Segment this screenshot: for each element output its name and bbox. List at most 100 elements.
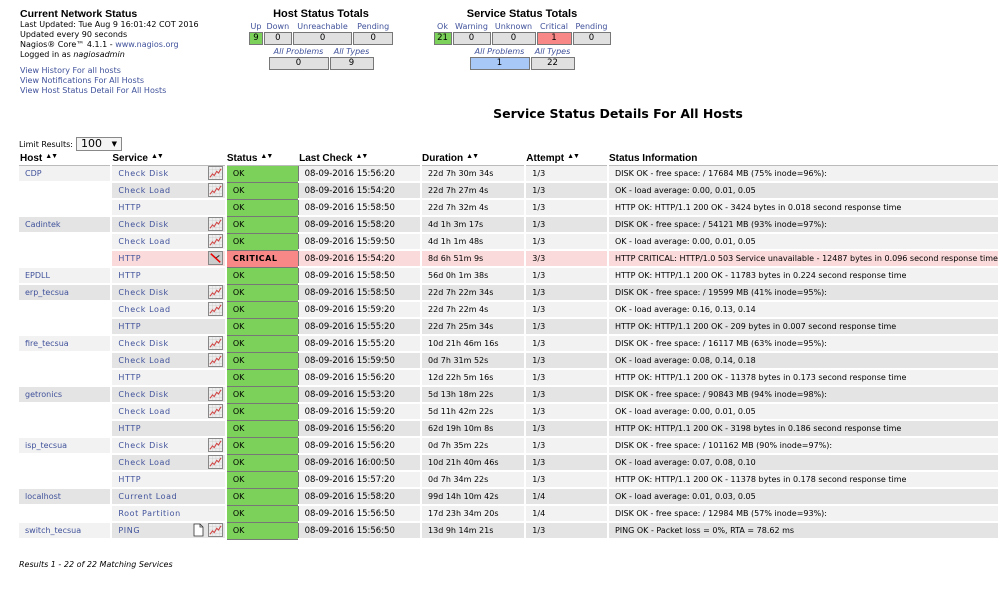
sort-arrows-icon[interactable]: ▲▼ (260, 153, 273, 160)
service-link[interactable]: Check Disk (118, 288, 168, 297)
service-link[interactable]: Check Disk (118, 339, 168, 348)
service-link[interactable]: HTTP (118, 271, 141, 280)
service-all-problems-count[interactable]: 1 (469, 57, 530, 70)
host-all-types-count[interactable]: 9 (329, 57, 374, 70)
host-down-count[interactable]: 0 (263, 32, 292, 45)
performance-graph-icon[interactable] (207, 302, 223, 316)
sort-arrows-icon[interactable]: ▲▼ (355, 153, 368, 160)
service-link[interactable]: HTTP (118, 322, 141, 331)
table-row: HTTP OK 08-09-2016 15:58:50 22d 7h 32m 4s 1/… (19, 198, 998, 217)
service-link[interactable]: Current Load (118, 492, 177, 501)
attempt: 1/3 (525, 471, 609, 489)
service-link[interactable]: Check Load (118, 305, 170, 314)
performance-graph-icon[interactable] (207, 234, 223, 248)
service-unknown-label[interactable]: Unknown (492, 22, 536, 31)
performance-graph-icon[interactable] (207, 183, 223, 197)
service-link[interactable]: Check Disk (118, 390, 168, 399)
service-link[interactable]: Check Load (118, 237, 170, 246)
service-ok-label[interactable]: Ok (434, 22, 452, 31)
service-critical-count[interactable]: 1 (536, 32, 572, 45)
service-critical-label[interactable]: Critical (537, 22, 572, 31)
column-status-label: Status (226, 152, 258, 164)
performance-graph-icon[interactable] (207, 438, 223, 452)
service-pending-label[interactable]: Pending (573, 22, 611, 31)
view-notifications-link[interactable]: View Notifications For All Hosts (20, 76, 199, 86)
checks-disabled-icon[interactable] (207, 251, 223, 265)
performance-graph-icon[interactable] (207, 455, 223, 469)
service-link[interactable]: HTTP (118, 475, 141, 484)
host-cell: switch_tecsua (19, 522, 113, 540)
service-link[interactable]: Check Disk (118, 441, 168, 450)
attempt: 1/3 (525, 369, 609, 387)
performance-graph-icon[interactable] (207, 353, 223, 367)
service-link[interactable]: Check Disk (118, 220, 168, 229)
service-link[interactable]: Check Load (118, 407, 170, 416)
service-all-types-label[interactable]: All Types (531, 47, 575, 56)
attempt: 1/4 (525, 505, 609, 523)
service-link[interactable]: Check Disk (118, 169, 168, 178)
sort-arrows-icon[interactable]: ▲▼ (45, 153, 58, 160)
sort-arrows-icon[interactable]: ▲▼ (567, 153, 580, 160)
service-link[interactable]: HTTP (118, 254, 141, 263)
duration: 17d 23h 34m 20s (421, 505, 527, 523)
host-down-label[interactable]: Down (264, 22, 292, 31)
service-unknown-count[interactable]: 0 (491, 32, 536, 45)
limit-results-select[interactable]: 100 ▼ (75, 137, 122, 151)
host-link[interactable]: fire_tecsua (25, 339, 69, 348)
service-all-types-count[interactable]: 22 (530, 57, 575, 70)
performance-graph-icon[interactable] (207, 336, 223, 350)
host-all-problems-label[interactable]: All Problems (269, 47, 329, 56)
view-host-status-link[interactable]: View Host Status Detail For All Hosts (20, 86, 199, 96)
column-service-label: Service (112, 152, 148, 164)
last-check: 08-09-2016 15:58:50 (298, 284, 423, 302)
status-information: OK - load average: 0.00, 0.01, 0.05 (607, 403, 998, 421)
table-row: getronics Check Disk OK 08-09-2016 15:53:20… (19, 385, 998, 404)
service-link[interactable]: PING (118, 526, 140, 535)
service-pending-count[interactable]: 0 (572, 32, 611, 45)
service-warning-label[interactable]: Warning (453, 22, 491, 31)
nagios-link[interactable]: www.nagios.org (115, 40, 178, 49)
host-link[interactable]: Cadintek (25, 220, 61, 229)
attempt: 1/3 (525, 233, 609, 251)
service-link[interactable]: HTTP (118, 203, 141, 212)
performance-graph-icon[interactable] (207, 166, 223, 180)
performance-graph-icon[interactable] (207, 404, 223, 418)
table-row: Check Load OK 08-09-2016 15:59:20 22d 7h 22… (19, 300, 998, 319)
table-row: HTTP OK 08-09-2016 15:56:20 12d 22h 5m 16s 1… (19, 368, 998, 387)
service-link[interactable]: HTTP (118, 424, 141, 433)
performance-graph-icon[interactable] (207, 285, 223, 299)
host-up-label[interactable]: Up (249, 22, 263, 31)
host-link[interactable]: EPDLL (25, 271, 50, 280)
view-history-link[interactable]: View History For all hosts (20, 66, 199, 76)
service-link[interactable]: HTTP (118, 373, 141, 382)
host-all-problems-count[interactable]: 0 (268, 57, 329, 70)
service-link[interactable]: Root Partition (118, 509, 180, 518)
notes-icon[interactable] (193, 523, 204, 537)
service-ok-count[interactable]: 21 (433, 32, 452, 45)
host-all-types-label[interactable]: All Types (330, 47, 374, 56)
performance-graph-icon[interactable] (207, 387, 223, 401)
host-unreachable-count[interactable]: 0 (292, 32, 353, 45)
performance-graph-icon[interactable] (207, 217, 223, 231)
host-pending-count[interactable]: 0 (353, 32, 393, 45)
host-pending-label[interactable]: Pending (353, 22, 393, 31)
service-all-problems-label[interactable]: All Problems (470, 47, 530, 56)
host-link[interactable]: localhost (25, 492, 61, 501)
host-link[interactable]: getronics (25, 390, 62, 399)
host-link[interactable]: isp_tecsua (25, 441, 67, 450)
host-up-count[interactable]: 9 (249, 32, 263, 45)
host-link[interactable]: switch_tecsua (25, 526, 81, 535)
sort-arrows-icon[interactable]: ▲▼ (466, 153, 479, 160)
service-link[interactable]: Check Load (118, 458, 170, 467)
attempt: 1/3 (525, 454, 609, 472)
table-row: HTTP CRITICAL 08-09-2016 15:54:20 8d 6h 51m… (19, 249, 998, 268)
sort-arrows-icon[interactable]: ▲▼ (151, 153, 164, 160)
service-link[interactable]: Check Load (118, 356, 170, 365)
performance-graph-icon[interactable] (207, 523, 223, 537)
host-unreachable-label[interactable]: Unreachable (293, 22, 353, 31)
service-warning-count[interactable]: 0 (452, 32, 491, 45)
host-link[interactable]: erp_tecsua (25, 288, 69, 297)
service-link[interactable]: Check Load (118, 186, 170, 195)
host-link[interactable]: CDP (25, 169, 42, 178)
limit-results-label: Limit Results: (19, 139, 73, 149)
